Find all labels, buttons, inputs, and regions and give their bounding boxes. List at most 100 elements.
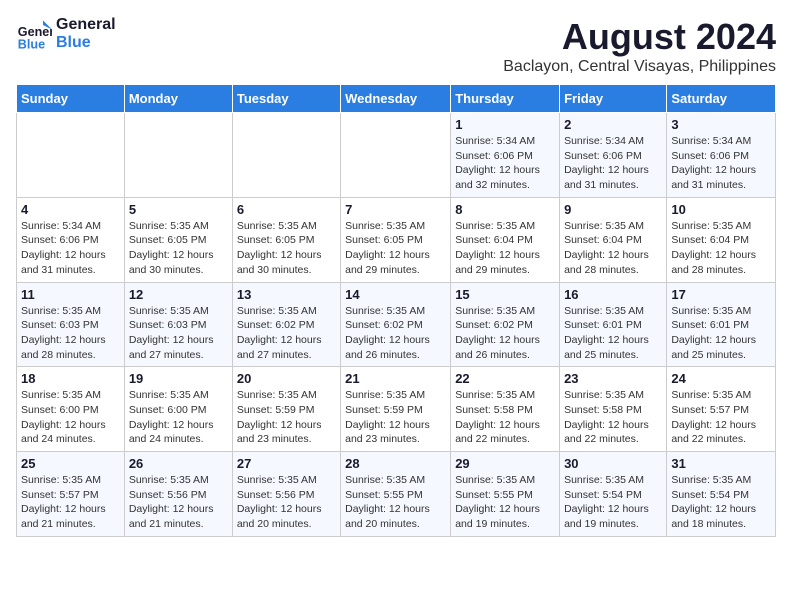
day-number: 2 [564, 117, 662, 132]
logo-line1: General [56, 16, 116, 34]
day-number: 29 [455, 456, 555, 471]
day-info: Sunrise: 5:35 AM Sunset: 5:54 PM Dayligh… [564, 473, 662, 532]
day-cell: 4Sunrise: 5:34 AM Sunset: 6:06 PM Daylig… [17, 197, 125, 282]
week-row-3: 11 Sunrise: 5:35 AM Sunset: 6:03 PM Dayli… [17, 282, 776, 367]
day-number: 3 [671, 117, 771, 132]
day-cell [232, 113, 340, 198]
day-info: Sunrise: 5:35 AM Sunset: 6:05 PM Dayligh… [345, 219, 446, 278]
day-info: Sunrise: 5:35 AM Sunset: 5:54 PM Dayligh… [671, 473, 771, 532]
week-row-2: 4Sunrise: 5:34 AM Sunset: 6:06 PM Daylig… [17, 197, 776, 282]
day-cell: 8Sunrise: 5:35 AM Sunset: 6:04 PM Daylig… [451, 197, 560, 282]
day-info: Sunrise: 5:35 AM Sunset: 5:56 PM Dayligh… [129, 473, 228, 532]
day-cell: 18Sunrise: 5:35 AM Sunset: 6:00 PM Dayli… [17, 367, 125, 452]
day-number: 19 [129, 371, 228, 386]
header: General Blue General Blue August 2024 Ba… [16, 16, 776, 76]
day-info: Sunrise: 5:35 AM Sunset: 6:04 PM Dayligh… [564, 219, 662, 278]
day-info: Sunrise: 5:35 AM Sunset: 6:03 PM Dayligh… [21, 304, 120, 363]
day-info: Sunrise: 5:35 AM Sunset: 6:04 PM Dayligh… [671, 219, 771, 278]
day-info: Sunrise: 5:35 AM Sunset: 6:02 PM Dayligh… [345, 304, 446, 363]
day-number: 12 [129, 287, 228, 302]
day-info: Sunrise: 5:35 AM Sunset: 5:58 PM Dayligh… [564, 388, 662, 447]
day-info: Sunrise: 5:35 AM Sunset: 6:00 PM Dayligh… [129, 388, 228, 447]
day-number: 5 [129, 202, 228, 217]
day-number: 1 [455, 117, 555, 132]
day-cell: 5Sunrise: 5:35 AM Sunset: 6:05 PM Daylig… [124, 197, 232, 282]
week-row-5: 25 Sunrise: 5:35 AM Sunset: 5:57 PM Dayli… [17, 452, 776, 537]
day-cell: 7 Sunrise: 5:35 AM Sunset: 6:05 PM Daylig… [341, 197, 451, 282]
day-number: 17 [671, 287, 771, 302]
day-number: 22 [455, 371, 555, 386]
day-info: Sunrise: 5:35 AM Sunset: 5:57 PM Dayligh… [21, 473, 120, 532]
subtitle: Baclayon, Central Visayas, Philippines [503, 58, 776, 76]
day-number: 23 [564, 371, 662, 386]
day-cell [17, 113, 125, 198]
day-cell [124, 113, 232, 198]
day-info: Sunrise: 5:35 AM Sunset: 6:03 PM Dayligh… [129, 304, 228, 363]
day-number: 14 [345, 287, 446, 302]
day-cell: 28Sunrise: 5:35 AM Sunset: 5:55 PM Dayli… [341, 452, 451, 537]
day-info: Sunrise: 5:34 AM Sunset: 6:06 PM Dayligh… [671, 134, 771, 193]
day-number: 20 [237, 371, 336, 386]
day-cell: 22Sunrise: 5:35 AM Sunset: 5:58 PM Dayli… [451, 367, 560, 452]
header-tuesday: Tuesday [232, 85, 340, 113]
day-number: 8 [455, 202, 555, 217]
day-number: 10 [671, 202, 771, 217]
day-number: 11 [21, 287, 120, 302]
day-number: 28 [345, 456, 446, 471]
day-cell: 31 Sunrise: 5:35 AM Sunset: 5:54 PM Dayli… [667, 452, 776, 537]
day-info: Sunrise: 5:35 AM Sunset: 6:01 PM Dayligh… [564, 304, 662, 363]
day-number: 13 [237, 287, 336, 302]
day-info: Sunrise: 5:35 AM Sunset: 5:57 PM Dayligh… [671, 388, 771, 447]
day-number: 16 [564, 287, 662, 302]
header-thursday: Thursday [451, 85, 560, 113]
day-number: 9 [564, 202, 662, 217]
svg-text:Blue: Blue [18, 37, 45, 51]
day-number: 15 [455, 287, 555, 302]
day-info: Sunrise: 5:35 AM Sunset: 6:05 PM Dayligh… [237, 219, 336, 278]
header-sunday: Sunday [17, 85, 125, 113]
day-cell: 20Sunrise: 5:35 AM Sunset: 5:59 PM Dayli… [232, 367, 340, 452]
day-number: 30 [564, 456, 662, 471]
day-cell: 12 Sunrise: 5:35 AM Sunset: 6:03 PM Dayli… [124, 282, 232, 367]
day-info: Sunrise: 5:35 AM Sunset: 6:01 PM Dayligh… [671, 304, 771, 363]
main-title: August 2024 [503, 16, 776, 58]
day-cell: 11 Sunrise: 5:35 AM Sunset: 6:03 PM Dayli… [17, 282, 125, 367]
day-number: 7 [345, 202, 446, 217]
day-cell: 3 Sunrise: 5:34 AM Sunset: 6:06 PM Daylig… [667, 113, 776, 198]
logo-line2: Blue [56, 34, 116, 52]
day-number: 26 [129, 456, 228, 471]
day-cell: 25 Sunrise: 5:35 AM Sunset: 5:57 PM Dayli… [17, 452, 125, 537]
day-cell [341, 113, 451, 198]
logo: General Blue General Blue [16, 16, 116, 52]
day-cell: 15 Sunrise: 5:35 AM Sunset: 6:02 PM Dayli… [451, 282, 560, 367]
title-area: August 2024 Baclayon, Central Visayas, P… [503, 16, 776, 76]
day-cell: 1 Sunrise: 5:34 AM Sunset: 6:06 PM Daylig… [451, 113, 560, 198]
calendar-header-row: SundayMondayTuesdayWednesdayThursdayFrid… [17, 85, 776, 113]
day-cell: 9 Sunrise: 5:35 AM Sunset: 6:04 PM Daylig… [560, 197, 667, 282]
calendar-table: SundayMondayTuesdayWednesdayThursdayFrid… [16, 84, 776, 537]
day-info: Sunrise: 5:35 AM Sunset: 6:00 PM Dayligh… [21, 388, 120, 447]
day-cell: 6 Sunrise: 5:35 AM Sunset: 6:05 PM Daylig… [232, 197, 340, 282]
day-number: 21 [345, 371, 446, 386]
day-number: 25 [21, 456, 120, 471]
day-cell: 17 Sunrise: 5:35 AM Sunset: 6:01 PM Dayli… [667, 282, 776, 367]
day-cell: 19 Sunrise: 5:35 AM Sunset: 6:00 PM Dayli… [124, 367, 232, 452]
day-number: 6 [237, 202, 336, 217]
day-info: Sunrise: 5:35 AM Sunset: 5:56 PM Dayligh… [237, 473, 336, 532]
day-cell: 29 Sunrise: 5:35 AM Sunset: 5:55 PM Dayli… [451, 452, 560, 537]
day-number: 31 [671, 456, 771, 471]
day-cell: 14 Sunrise: 5:35 AM Sunset: 6:02 PM Dayli… [341, 282, 451, 367]
day-info: Sunrise: 5:35 AM Sunset: 5:59 PM Dayligh… [345, 388, 446, 447]
week-row-4: 18Sunrise: 5:35 AM Sunset: 6:00 PM Dayli… [17, 367, 776, 452]
day-info: Sunrise: 5:34 AM Sunset: 6:06 PM Dayligh… [455, 134, 555, 193]
day-cell: 21 Sunrise: 5:35 AM Sunset: 5:59 PM Dayli… [341, 367, 451, 452]
day-info: Sunrise: 5:34 AM Sunset: 6:06 PM Dayligh… [21, 219, 120, 278]
day-cell: 2Sunrise: 5:34 AM Sunset: 6:06 PM Daylig… [560, 113, 667, 198]
header-saturday: Saturday [667, 85, 776, 113]
header-friday: Friday [560, 85, 667, 113]
week-row-1: 1 Sunrise: 5:34 AM Sunset: 6:06 PM Daylig… [17, 113, 776, 198]
day-cell: 26 Sunrise: 5:35 AM Sunset: 5:56 PM Dayli… [124, 452, 232, 537]
day-info: Sunrise: 5:35 AM Sunset: 6:02 PM Dayligh… [455, 304, 555, 363]
day-cell: 10 Sunrise: 5:35 AM Sunset: 6:04 PM Dayli… [667, 197, 776, 282]
day-info: Sunrise: 5:35 AM Sunset: 5:55 PM Dayligh… [455, 473, 555, 532]
